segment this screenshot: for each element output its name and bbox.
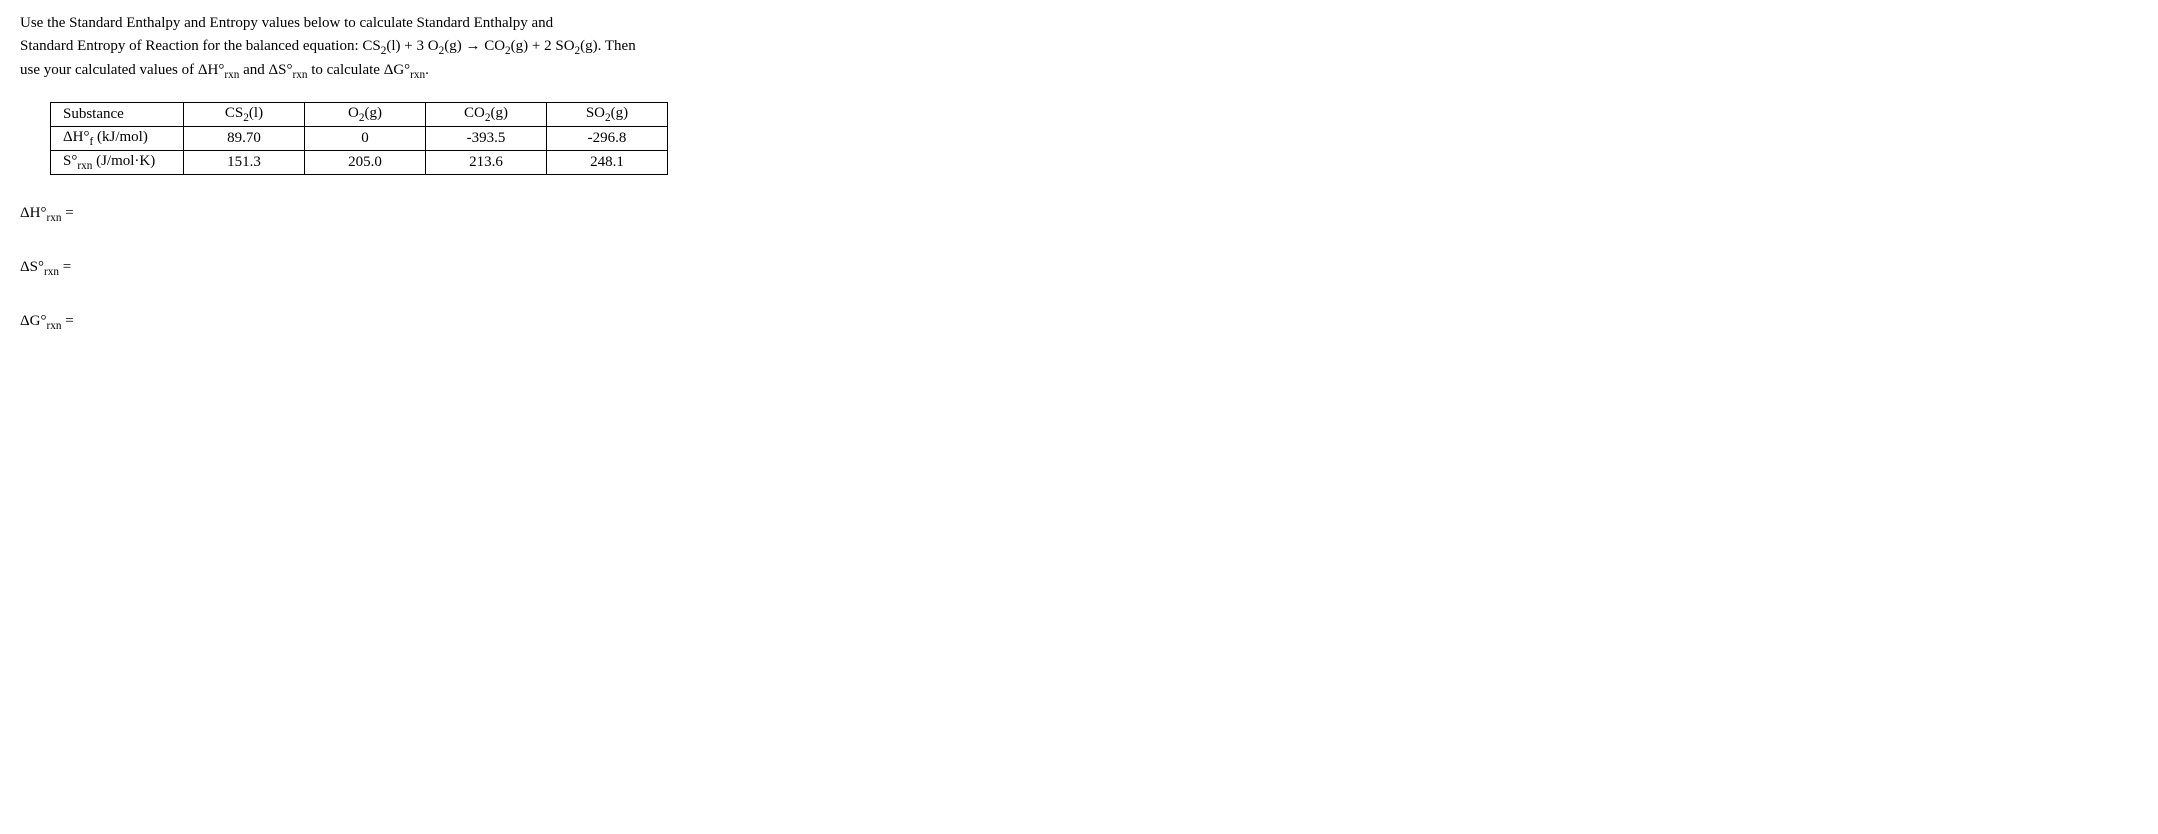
row2-label: S°rxn (J/mol·K) (51, 151, 184, 175)
row2-co2: 213.6 (426, 151, 547, 175)
thermo-data-table: Substance CS2(l) O2(g) CO2(g) SO2(g) ΔH°… (50, 102, 668, 175)
row2-label-pre: S° (63, 153, 77, 169)
dh-sub: rxn (46, 212, 61, 224)
question-line2: Standard Entropy of Reaction for the bal… (20, 38, 362, 54)
answer-enthalpy: ΔH°rxn = (20, 205, 2138, 224)
header-co2-state: (g) (490, 105, 508, 121)
header-o2-state: (g) (364, 105, 382, 121)
header-cs2-state: (l) (249, 105, 263, 121)
question-line3-sub2: rxn (292, 69, 307, 81)
row1-label-pre: ΔH° (63, 129, 89, 145)
header-so2-state: (g) (611, 105, 629, 121)
thermo-table-container: Substance CS2(l) O2(g) CO2(g) SO2(g) ΔH°… (50, 102, 2138, 175)
question-line1: Use the Standard Enthalpy and Entropy va… (20, 15, 553, 31)
header-o2-text: O (348, 105, 359, 121)
answer-entropy: ΔS°rxn = (20, 259, 2138, 278)
header-substance: Substance (51, 103, 184, 127)
ds-eq: = (59, 259, 71, 275)
row2-cs2: 151.3 (184, 151, 305, 175)
dg-pre: ΔG° (20, 313, 46, 329)
dg-eq: = (61, 313, 73, 329)
row2-so2: 248.1 (547, 151, 668, 175)
eq-o2-state: (g) → CO (444, 38, 505, 54)
header-co2: CO2(g) (426, 103, 547, 127)
header-so2: SO2(g) (547, 103, 668, 127)
eq-cs2: CS (362, 38, 380, 54)
ds-sub: rxn (44, 266, 59, 278)
question-line3-sub3: rxn (410, 69, 425, 81)
row2-o2: 205.0 (305, 151, 426, 175)
table-row-entropy: S°rxn (J/mol·K) 151.3 205.0 213.6 248.1 (51, 151, 668, 175)
question-line3-mid2: to calculate ΔG° (307, 62, 410, 78)
ds-pre: ΔS° (20, 259, 44, 275)
row2-label-unit: (J/mol·K) (92, 153, 155, 169)
row1-co2: -393.5 (426, 127, 547, 151)
eq-so2-state: (g). Then (580, 38, 636, 54)
row1-cs2: 89.70 (184, 127, 305, 151)
row2-label-sub: rxn (77, 160, 92, 172)
question-line3-pre: use your calculated values of ΔH° (20, 62, 224, 78)
question-line3-mid: and ΔS° (239, 62, 292, 78)
row1-o2: 0 (305, 127, 426, 151)
header-co2-text: CO (464, 105, 485, 121)
question-line3-end: . (425, 62, 429, 78)
eq-cs2-state: (l) + 3 O (386, 38, 438, 54)
answer-gibbs: ΔG°rxn = (20, 313, 2138, 332)
eq-co2-state: (g) + 2 SO (511, 38, 575, 54)
header-cs2: CS2(l) (184, 103, 305, 127)
dg-sub: rxn (46, 320, 61, 332)
row1-label: ΔH°f (kJ/mol) (51, 127, 184, 151)
dh-pre: ΔH° (20, 205, 46, 221)
table-header-row: Substance CS2(l) O2(g) CO2(g) SO2(g) (51, 103, 668, 127)
question-line3-sub1: rxn (224, 69, 239, 81)
row1-label-unit: (kJ/mol) (93, 129, 148, 145)
question-prompt: Use the Standard Enthalpy and Entropy va… (20, 12, 2138, 84)
header-so2-text: SO (586, 105, 605, 121)
header-cs2-text: CS (225, 105, 243, 121)
header-o2: O2(g) (305, 103, 426, 127)
table-row-enthalpy: ΔH°f (kJ/mol) 89.70 0 -393.5 -296.8 (51, 127, 668, 151)
dh-eq: = (61, 205, 73, 221)
row1-so2: -296.8 (547, 127, 668, 151)
